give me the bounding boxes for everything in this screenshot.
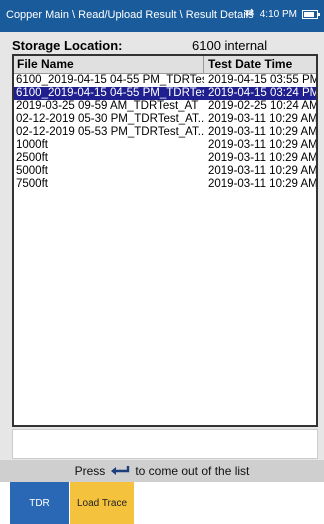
table-row[interactable]: 1000ft 2019-03-11 10:29 AM — [14, 139, 316, 152]
hint-text-after: to come out of the list — [135, 464, 250, 478]
tdr-softkey[interactable]: TDR — [10, 482, 69, 524]
test-date-cell: 2019-02-25 10:24 AM — [208, 100, 316, 112]
storage-location: Storage Location: 6100 internal memory — [12, 38, 316, 68]
file-name-cell: 6100_2019-04-15 04-55 PM_TDRTest — [16, 74, 204, 86]
battery-fill — [304, 11, 314, 17]
test-date-cell: 2019-03-11 10:29 AM — [208, 139, 316, 151]
file-name-cell: 2019-03-25 09-59 AM_TDRTest_AT — [16, 100, 199, 112]
file-name-cell: 1000ft — [16, 139, 48, 151]
hint-text-before: Press — [74, 464, 106, 478]
file-name-cell: 6100_2019-04-15 04-55 PM_TDRTest — [16, 87, 204, 99]
test-date-cell: 2019-04-15 03:24 PM — [208, 87, 316, 99]
table-row[interactable]: 5000ft 2019-03-11 10:29 AM — [14, 165, 316, 178]
column-header-test-date-time[interactable]: Test Date Time — [204, 56, 316, 73]
table-row[interactable]: 02-12-2019 05-53 PM_TDRTest_AT... 2019-0… — [14, 126, 316, 139]
column-header-file-name[interactable]: File Name — [14, 56, 204, 73]
test-date-cell: 2019-03-11 10:29 AM — [208, 113, 316, 125]
status-area: 4:10 PM — [244, 8, 320, 20]
test-date-cell: 2019-03-11 10:29 AM — [208, 126, 316, 138]
file-name-cell: 5000ft — [16, 165, 48, 177]
storage-location-label: Storage Location: — [12, 38, 123, 53]
table-row[interactable]: 2500ft 2019-03-11 10:29 AM — [14, 152, 316, 165]
table-header: File Name Test Date Time — [14, 56, 316, 74]
file-list-table[interactable]: File Name Test Date Time 6100_2019-04-15… — [12, 54, 318, 427]
file-name-cell: 7500ft — [16, 178, 48, 190]
file-name-cell: 2500ft — [16, 152, 48, 164]
sync-arrows-icon — [244, 8, 255, 20]
title-bar: Copper Main \ Read/Upload Result \ Resul… — [0, 0, 324, 32]
back-arrow-icon — [110, 464, 130, 478]
file-name-cell: 02-12-2019 05-53 PM_TDRTest_AT... — [16, 126, 204, 138]
test-date-cell: 2019-03-11 10:29 AM — [208, 178, 316, 190]
load-trace-softkey[interactable]: Load Trace — [70, 482, 134, 524]
table-row[interactable]: 2019-03-25 09-59 AM_TDRTest_AT 2019-02-2… — [14, 100, 316, 113]
softkey-bar: TDR Load Trace — [0, 482, 324, 524]
table-row-selected[interactable]: 6100_2019-04-15 04-55 PM_TDRTest 2019-04… — [14, 87, 316, 100]
table-row[interactable]: 7500ft 2019-03-11 10:29 AM — [14, 178, 316, 191]
result-details-panel: Storage Location: 6100 internal memory F… — [0, 32, 324, 460]
file-name-cell: 02-12-2019 05-30 PM_TDRTest_AT... — [16, 113, 204, 125]
clock: 4:10 PM — [259, 8, 297, 20]
breadcrumb: Copper Main \ Read/Upload Result \ Resul… — [6, 9, 254, 21]
detail-area — [12, 429, 318, 459]
table-row[interactable]: 6100_2019-04-15 04-55 PM_TDRTest 2019-04… — [14, 74, 316, 87]
test-date-cell: 2019-03-11 10:29 AM — [208, 152, 316, 164]
hint-bar: Press to come out of the list — [0, 460, 324, 482]
test-date-cell: 2019-03-11 10:29 AM — [208, 165, 316, 177]
table-row[interactable]: 02-12-2019 05-30 PM_TDRTest_AT... 2019-0… — [14, 113, 316, 126]
battery-icon — [302, 9, 320, 19]
test-date-cell: 2019-04-15 03:55 PM — [208, 74, 316, 86]
